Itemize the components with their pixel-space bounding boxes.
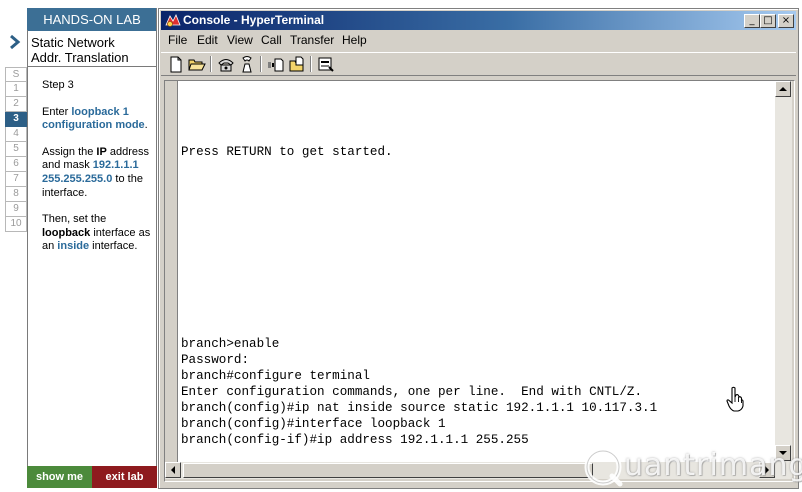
text: interface.	[89, 240, 138, 253]
hand-cursor-icon	[726, 386, 744, 412]
toolbar-separator	[310, 56, 312, 72]
scrollbar-thumb[interactable]	[183, 463, 593, 478]
arrow-down-icon	[779, 451, 787, 455]
hyperterminal-icon	[165, 14, 181, 27]
bold-text: IP	[96, 145, 107, 158]
send-icon[interactable]	[266, 55, 286, 74]
terminal-frame: Press RETURN to get started. branch>enab…	[164, 80, 795, 482]
menu-call[interactable]: Call	[261, 33, 282, 47]
toolbar-separator	[210, 56, 212, 72]
lab-title-line1: Static Network	[31, 35, 115, 50]
step-5[interactable]: 5	[5, 142, 27, 157]
text: .	[144, 119, 148, 132]
scroll-down-button[interactable]	[775, 445, 791, 461]
exit-lab-button[interactable]: exit lab	[92, 466, 157, 488]
horizontal-scrollbar[interactable]	[165, 462, 792, 479]
arrow-right-icon	[765, 466, 769, 474]
menu-bar: File Edit View Call Transfer Help	[161, 31, 796, 50]
menu-transfer[interactable]: Transfer	[290, 33, 334, 47]
terminal-line: branch(config-if)#ip address 192.1.1.1 2…	[181, 433, 529, 447]
chevron-right-icon	[10, 34, 21, 50]
new-icon[interactable]	[166, 55, 186, 74]
step-8[interactable]: 8	[5, 187, 27, 202]
arrow-up-icon	[779, 87, 787, 91]
terminal-screen[interactable]: Press RETURN to get started. branch>enab…	[177, 81, 775, 462]
open-icon[interactable]	[187, 55, 207, 74]
call-icon[interactable]	[216, 55, 236, 74]
terminal-line: branch#configure terminal	[181, 369, 370, 383]
step-navigator: S 1 2 3 4 5 6 7 8 9 10	[5, 67, 27, 232]
menu-file[interactable]: File	[168, 33, 187, 47]
disconnect-icon[interactable]	[237, 55, 257, 74]
divider	[27, 66, 157, 67]
window-title: Console - HyperTerminal	[183, 13, 325, 27]
vertical-scrollbar[interactable]	[775, 81, 792, 462]
scroll-left-button[interactable]	[165, 462, 181, 478]
instruction-2: Assign the IP address and mask 192.1.1.1…	[42, 146, 152, 200]
step-9[interactable]: 9	[5, 202, 27, 217]
title-bar[interactable]: Console - HyperTerminal _ □ ×	[161, 11, 796, 30]
lab-title: Static Network Addr. Translation	[31, 35, 155, 65]
scroll-up-button[interactable]	[775, 81, 791, 97]
lab-footer: show me exit lab	[27, 466, 157, 488]
text: Assign the	[42, 145, 97, 158]
text: Then, set the	[42, 213, 107, 226]
lab-instructions: Step 3 Enter loopback 1 configuration mo…	[42, 79, 152, 267]
terminal-line: branch>enable	[181, 337, 280, 351]
step-1[interactable]: 1	[5, 82, 27, 97]
arrow-left-icon	[171, 466, 175, 474]
terminal-line: branch(config)#ip nat inside source stat…	[181, 401, 658, 415]
toolbar-separator	[260, 56, 262, 72]
lab-title-line2: Addr. Translation	[31, 50, 129, 65]
step-3[interactable]: 3	[5, 112, 27, 127]
terminal-line: branch(config)#interface loopback 1	[181, 417, 446, 431]
lab-header: HANDS-ON LAB	[27, 8, 157, 31]
lab-panel: HANDS-ON LAB Static Network Addr. Transl…	[0, 0, 157, 492]
close-button[interactable]: ×	[778, 14, 794, 28]
menu-edit[interactable]: Edit	[197, 33, 218, 47]
maximize-button[interactable]: □	[760, 14, 776, 28]
divider	[27, 30, 28, 466]
instruction-1: Enter loopback 1 configuration mode.	[42, 106, 152, 133]
terminal-line: Enter configuration commands, one per li…	[181, 385, 643, 399]
step-6[interactable]: 6	[5, 157, 27, 172]
text: Enter	[42, 105, 72, 118]
step-7[interactable]: 7	[5, 172, 27, 187]
step-4[interactable]: 4	[5, 127, 27, 142]
menu-view[interactable]: View	[227, 33, 253, 47]
show-me-button[interactable]: show me	[27, 466, 92, 488]
scroll-right-button[interactable]	[759, 462, 775, 478]
step-10[interactable]: 10	[5, 217, 27, 232]
instruction-3: Then, set the loopback interface as an i…	[42, 213, 152, 254]
terminal-line: Press RETURN to get started.	[181, 145, 393, 159]
toolbar	[161, 52, 796, 76]
step-label: Step 3	[42, 79, 74, 91]
highlight-text: inside	[57, 240, 90, 253]
terminal-line: Password:	[181, 353, 250, 367]
divider	[156, 8, 157, 488]
receive-icon[interactable]	[287, 55, 307, 74]
properties-icon[interactable]	[316, 55, 336, 74]
step-s[interactable]: S	[5, 67, 27, 82]
step-2[interactable]: 2	[5, 97, 27, 112]
minimize-button[interactable]: _	[744, 14, 760, 28]
bold-text: loopback	[42, 226, 91, 239]
terminal-gutter	[165, 81, 177, 462]
hyperterminal-window: Console - HyperTerminal _ □ × File Edit …	[158, 8, 799, 489]
menu-help[interactable]: Help	[342, 33, 367, 47]
